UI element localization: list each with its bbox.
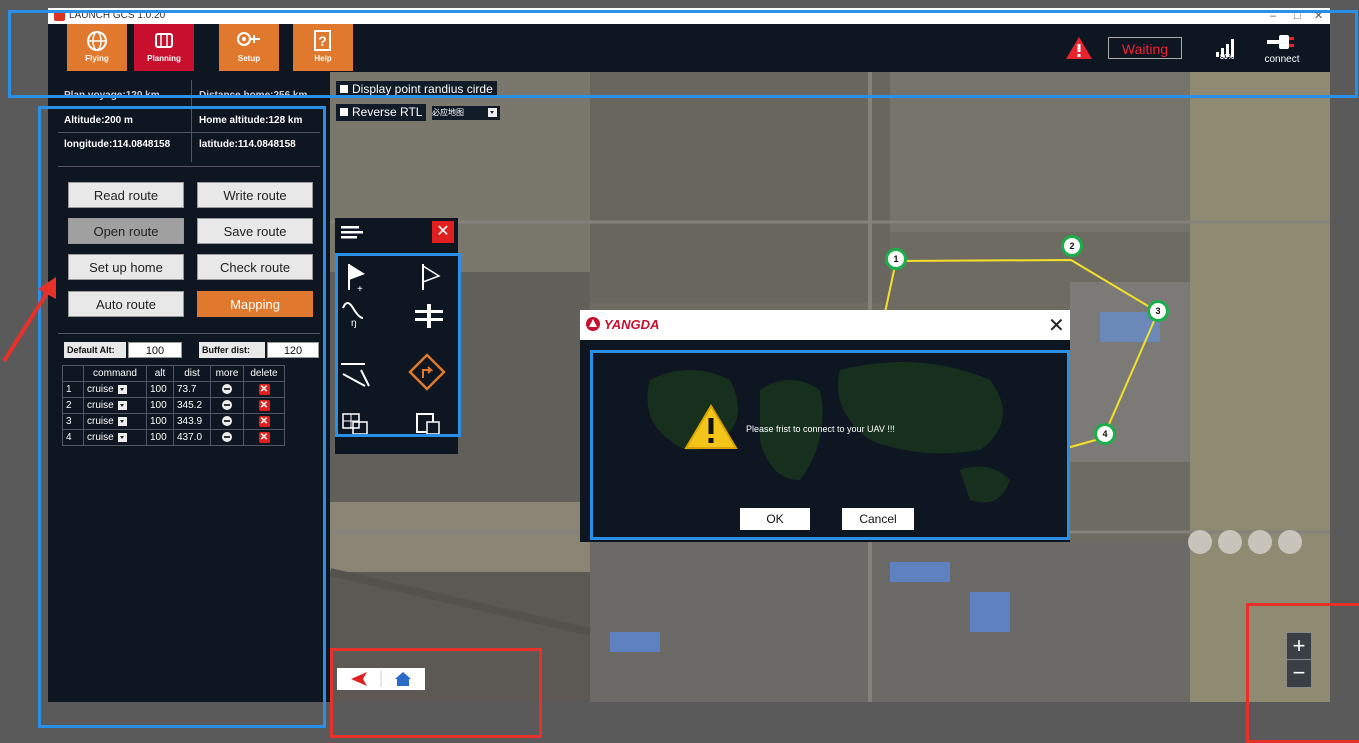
annotation-frame (8, 10, 1358, 98)
waypoint-marker[interactable]: 1 (885, 248, 907, 270)
rtl-select-value: 必应地图 (432, 108, 464, 117)
dialog-brand: YANGDA (604, 317, 660, 332)
annotation-arrow (2, 277, 56, 363)
reverse-rtl-label: Reverse RTL (352, 105, 423, 119)
waypoint-marker[interactable]: 3 (1147, 300, 1169, 322)
dropdown-icon[interactable] (488, 108, 497, 117)
annotation-frame (1246, 603, 1359, 743)
waypoint-marker[interactable]: 2 (1061, 235, 1083, 257)
annotation-frame (590, 350, 1070, 540)
checkbox-box[interactable] (340, 108, 348, 116)
menu-icon[interactable] (341, 226, 363, 239)
close-icon[interactable]: ✕ (432, 221, 454, 243)
rtl-select[interactable]: 必应地图 (432, 106, 500, 120)
dialog-close-icon[interactable]: ✕ (1048, 313, 1065, 338)
reverse-rtl-checkbox[interactable]: Reverse RTL (336, 104, 427, 121)
annotation-frame (38, 106, 326, 728)
yangda-logo-icon (586, 317, 600, 331)
waypoint-marker[interactable]: 4 (1094, 423, 1116, 445)
annotation-frame (335, 253, 461, 437)
